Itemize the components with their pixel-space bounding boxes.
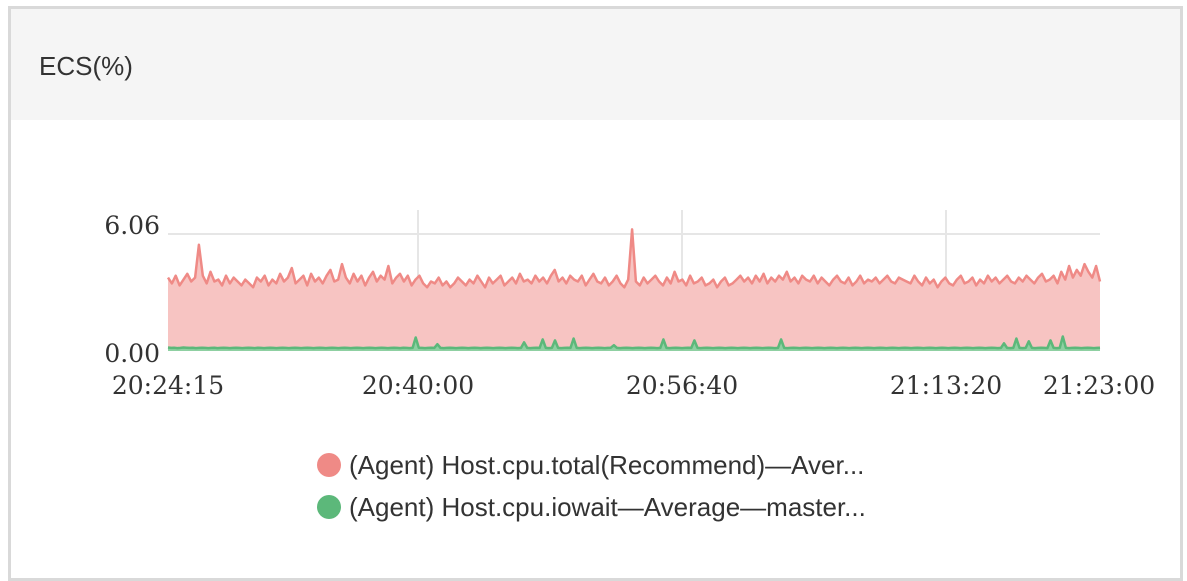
x-tick-label: 20:40:00 [362, 371, 474, 400]
x-tick-label: 21:23:00 [1043, 371, 1155, 400]
chart-series-layer [166, 228, 1102, 351]
x-tick-label: 20:24:15 [112, 371, 224, 400]
legend-dot-icon [317, 453, 341, 477]
legend-item-cpu-total[interactable]: (Agent) Host.cpu.total(Recommend)—Aver..… [317, 450, 864, 480]
x-tick-label: 21:13:20 [890, 371, 1002, 400]
legend-dot-icon [317, 495, 341, 519]
legend-label: (Agent) Host.cpu.total(Recommend)—Aver..… [349, 450, 864, 480]
x-axis: 20:24:15 20:40:00 20:56:40 21:13:20 21:2… [112, 371, 1155, 400]
y-tick-label-bottom: 0.00 [104, 339, 160, 368]
legend-item-cpu-iowait[interactable]: (Agent) Host.cpu.iowait—Average—master..… [317, 492, 866, 522]
legend[interactable]: (Agent) Host.cpu.total(Recommend)—Aver..… [317, 450, 866, 522]
y-axis: 6.06 0.00 [104, 211, 160, 368]
x-tick-label: 20:56:40 [626, 371, 738, 400]
y-tick-label-top: 6.06 [104, 211, 160, 240]
legend-label: (Agent) Host.cpu.iowait—Average—master..… [349, 492, 866, 522]
chart: 6.06 0.00 20:24:15 20:40:00 20:56:40 21:… [104, 210, 1155, 522]
